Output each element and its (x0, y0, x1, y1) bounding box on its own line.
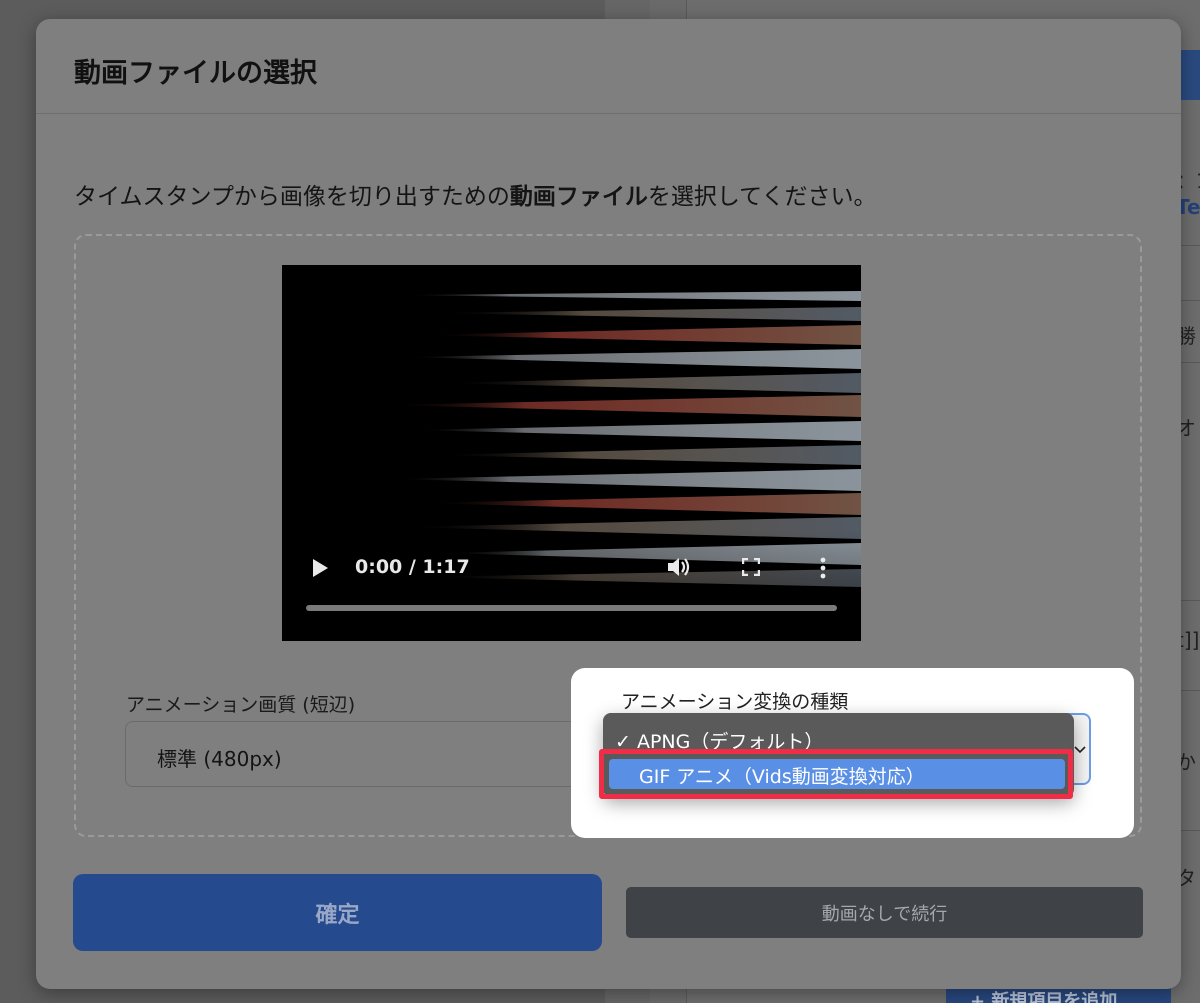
quality-select-value: 標準 (480px) (157, 747, 282, 771)
annotation-highlight-box (599, 749, 1073, 799)
instruction-text: タイムスタンプから画像を切り出すための動画ファイルを選択してください。 (74, 177, 876, 211)
quality-select[interactable]: 標準 (480px) (125, 721, 599, 787)
continue-without-video-button[interactable]: 動画なしで続行 (626, 887, 1143, 938)
video-progress-bar[interactable] (306, 605, 837, 611)
video-player[interactable]: 0:00 / 1:17 (282, 265, 861, 641)
more-options-icon[interactable] (820, 557, 826, 579)
video-time: 0:00 / 1:17 (355, 556, 470, 578)
play-icon[interactable] (313, 559, 328, 577)
modal-title: 動画ファイルの選択 (74, 58, 317, 89)
chevron-down-icon (1074, 746, 1086, 754)
instruction-post: を選択してください。 (647, 184, 877, 210)
video-controls (282, 531, 861, 641)
modal-header: 動画ファイルの選択 (36, 19, 1181, 114)
instruction-bold: 動画ファイル (509, 184, 648, 210)
instruction-pre: タイムスタンプから画像を切り出すための (74, 184, 510, 210)
quality-label: アニメーション画質 (短辺) (126, 694, 356, 716)
confirm-button[interactable]: 確定 (73, 874, 602, 951)
volume-icon[interactable] (666, 555, 692, 579)
fullscreen-icon[interactable] (742, 558, 760, 576)
conversion-type-label: アニメーション変換の種類 (621, 691, 849, 713)
